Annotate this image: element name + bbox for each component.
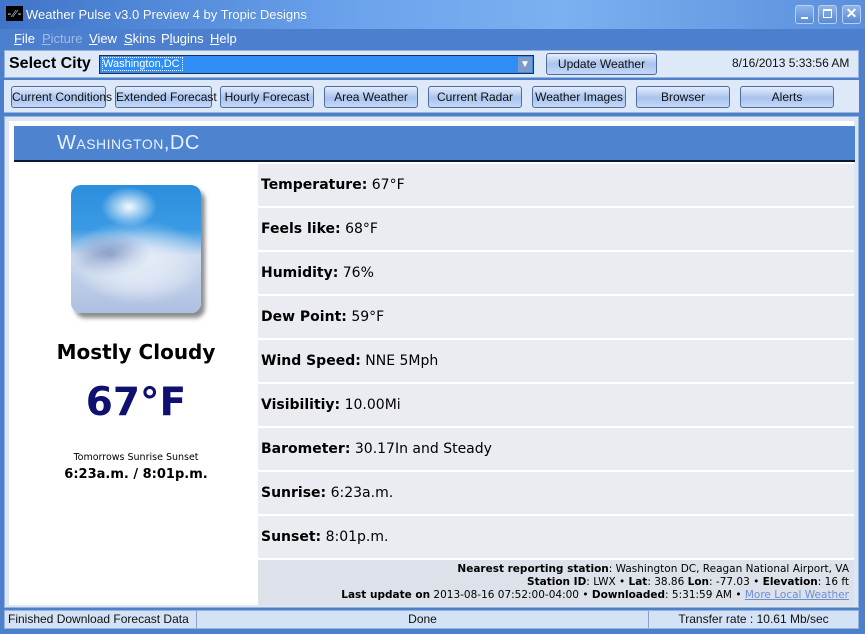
- maximize-icon: [823, 9, 832, 18]
- minimize-icon: [801, 17, 808, 19]
- minimize-button[interactable]: [795, 5, 814, 24]
- detail-row-feels-like: Feels like: 68°F: [258, 208, 854, 250]
- current-summary: Mostly Cloudy 67°F Tomorrows Sunrise Sun…: [14, 162, 258, 605]
- station-info: Nearest reporting station: Washington DC…: [258, 560, 854, 605]
- mostly-cloudy-icon: [71, 185, 201, 313]
- window-title: Weather Pulse v3.0 Preview 4 by Tropic D…: [26, 7, 307, 22]
- menu-file[interactable]: File: [14, 31, 35, 46]
- menu-bar: File Picture View Skins Plugins Help: [0, 29, 865, 49]
- city-header: Washington,DC: [14, 126, 855, 162]
- detail-row-temperature: Temperature: 67°F: [258, 164, 854, 206]
- weather-panel: Washington,DC Mostly Cloudy 67°F Tomorro…: [9, 121, 855, 605]
- menu-view[interactable]: View: [89, 31, 117, 46]
- weather-content: Washington,DC Mostly Cloudy 67°F Tomorro…: [4, 116, 859, 608]
- current-temperature: 67°F: [85, 380, 187, 425]
- maximize-button[interactable]: [818, 5, 837, 24]
- status-message: Finished Download Forecast Data: [5, 611, 197, 628]
- detail-row-sunrise: Sunrise: 6:23a.m.: [258, 472, 854, 514]
- status-state: Done: [197, 611, 649, 628]
- tab-extended-forecast[interactable]: Extended Forecast: [115, 86, 217, 108]
- select-city-label: Select City: [9, 55, 91, 72]
- last-update: Last update on 2013-08-16 07:52:00-04:00…: [341, 589, 849, 601]
- condition-text: Mostly Cloudy: [56, 340, 216, 364]
- nearest-station: Nearest reporting station: Washington DC…: [457, 563, 849, 575]
- detail-row-dew-point: Dew Point: 59°F: [258, 296, 854, 338]
- sunrise-sunset-times: 6:23a.m. / 8:01p.m.: [64, 467, 208, 482]
- city-title: Washington,DC: [57, 132, 200, 154]
- title-bar[interactable]: -⁄⁄- Weather Pulse v3.0 Preview 4 by Tro…: [0, 0, 865, 29]
- detail-row-wind-speed: Wind Speed: NNE 5Mph: [258, 340, 854, 382]
- current-datetime: 8/16/2013 5:33:56 AM: [732, 56, 850, 70]
- detail-row-visibility: Visibilitiy: 10.00Mi: [258, 384, 854, 426]
- more-local-weather-link[interactable]: More Local Weather: [745, 589, 849, 601]
- menu-picture[interactable]: Picture: [42, 31, 82, 46]
- tab-current-radar[interactable]: Current Radar: [428, 86, 522, 108]
- chevron-down-icon[interactable]: ▼: [518, 57, 532, 72]
- details-list: Temperature: 67°F Feels like: 68°F Humid…: [258, 164, 854, 560]
- status-bar: Finished Download Forecast Data Done Tra…: [4, 610, 859, 629]
- station-coordinates: Station ID: LWX • Lat: 38.86 Lon: -77.03…: [527, 576, 849, 588]
- pulse-icon[interactable]: -⁄⁄-: [6, 6, 23, 21]
- detail-row-sunset: Sunset: 8:01p.m.: [258, 516, 854, 558]
- close-icon: ✕: [845, 5, 858, 21]
- tab-current-conditions[interactable]: Current Conditions: [11, 86, 112, 108]
- tab-weather-images[interactable]: Weather Images: [532, 86, 626, 108]
- sunrise-sunset-label: Tomorrows Sunrise Sunset: [73, 452, 199, 463]
- city-dropdown[interactable]: Washington,DC ▼: [99, 55, 534, 74]
- tab-area-weather[interactable]: Area Weather: [324, 86, 418, 108]
- close-button[interactable]: ✕: [842, 5, 861, 24]
- transfer-rate: Transfer rate : 10.61 Mb/sec: [678, 612, 829, 626]
- city-toolbar: Select City Washington,DC ▼ Update Weath…: [4, 50, 859, 78]
- nav-bar: Current Conditions Extended Forecast Hou…: [4, 80, 859, 113]
- detail-row-humidity: Humidity: 76%: [258, 252, 854, 294]
- tab-alerts[interactable]: Alerts: [740, 86, 834, 108]
- city-dropdown-value: Washington,DC: [102, 57, 183, 71]
- tab-hourly-forecast[interactable]: Hourly Forecast: [220, 86, 314, 108]
- menu-help[interactable]: Help: [210, 31, 237, 46]
- update-weather-button[interactable]: Update Weather: [546, 53, 657, 75]
- tab-browser[interactable]: Browser: [636, 86, 730, 108]
- detail-row-barometer: Barometer: 30.17In and Steady: [258, 428, 854, 470]
- app-window: -⁄⁄- Weather Pulse v3.0 Preview 4 by Tro…: [0, 0, 865, 634]
- menu-plugins[interactable]: Plugins: [161, 31, 204, 46]
- menu-skins[interactable]: Skins: [124, 31, 156, 46]
